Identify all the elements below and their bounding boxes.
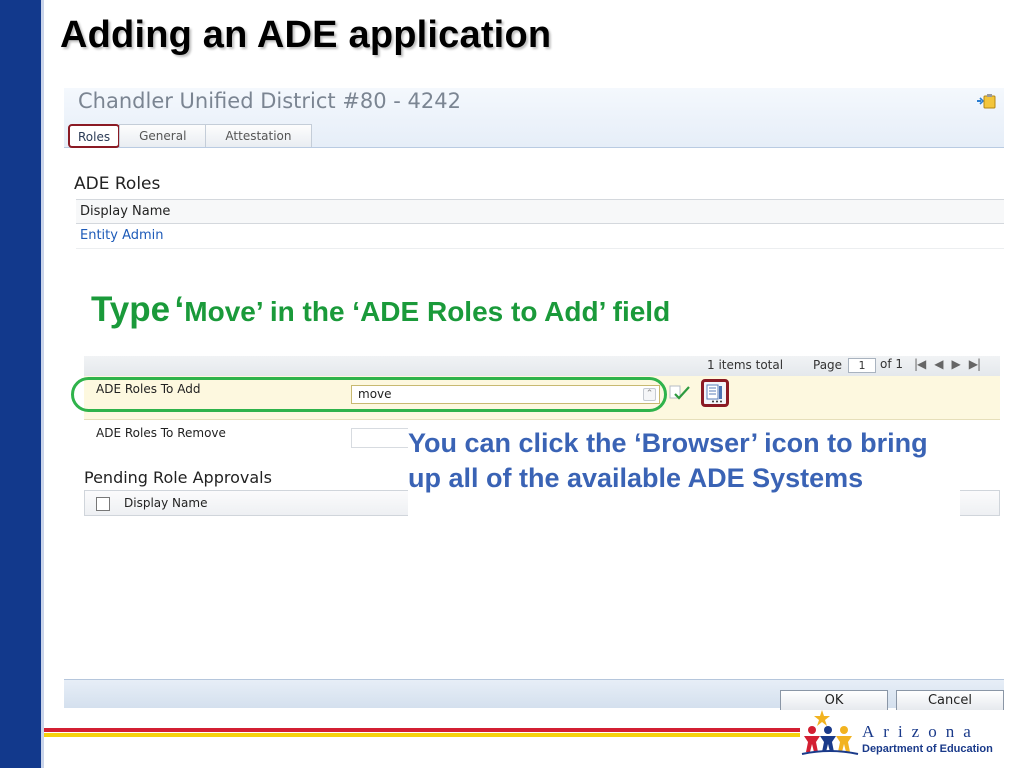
prev-page-icon[interactable]: ◀ bbox=[934, 357, 943, 371]
roles-to-remove-label: ADE Roles To Remove bbox=[96, 426, 226, 440]
tab-general[interactable]: General bbox=[119, 124, 207, 147]
pager-nav: |◀ ◀ ▶ ▶| bbox=[914, 357, 981, 371]
slide-sidebar bbox=[0, 0, 44, 768]
logo-subtitle: Department of Education bbox=[862, 743, 993, 755]
pending-approvals-title: Pending Role Approvals bbox=[84, 468, 272, 487]
ade-roles-title: ADE Roles bbox=[74, 174, 161, 194]
ade-roles-column-header[interactable]: Display Name bbox=[76, 199, 1004, 224]
select-all-checkbox[interactable] bbox=[96, 497, 110, 511]
instruction-rest: Move’ in the ‘ADE Roles to Add’ field bbox=[184, 296, 671, 327]
pager-bar: 1 items total Page 1 of 1 |◀ ◀ ▶ ▶| bbox=[84, 356, 1000, 376]
cancel-button[interactable]: Cancel bbox=[896, 690, 1004, 710]
instruction-type-word: Type bbox=[91, 290, 171, 329]
tab-roles[interactable]: Roles bbox=[68, 124, 121, 148]
app-screenshot: Chandler Unified District #80 - 4242 Rol… bbox=[64, 88, 1004, 710]
table-row[interactable]: Entity Admin bbox=[76, 224, 1004, 249]
instruction-quote: ‘ bbox=[174, 290, 185, 329]
pin-to-favorites-icon[interactable] bbox=[976, 93, 996, 109]
items-total: 1 items total bbox=[707, 358, 784, 372]
highlight-oval bbox=[71, 377, 667, 412]
ade-logo: Arizona Department of Education bbox=[800, 708, 1024, 768]
check-names-icon[interactable] bbox=[669, 384, 691, 402]
ade-logo-figures-icon bbox=[801, 710, 859, 755]
ade-roles-table: Display Name Entity Admin bbox=[76, 199, 1004, 249]
footer-rule-red bbox=[44, 728, 800, 732]
roles-to-add-row: ADE Roles To Add move ⌃ bbox=[71, 376, 1000, 420]
ok-button[interactable]: OK bbox=[780, 690, 888, 710]
first-page-icon[interactable]: |◀ bbox=[914, 357, 926, 371]
footer-rule-yellow bbox=[44, 733, 800, 737]
tab-attestation[interactable]: Attestation bbox=[205, 124, 312, 147]
browser-icon-callout: You can click the ‘Browser’ icon to brin… bbox=[408, 424, 960, 536]
page-label: Page bbox=[813, 358, 843, 372]
roles-to-remove-input[interactable] bbox=[351, 428, 411, 448]
last-page-icon[interactable]: ▶| bbox=[969, 357, 981, 371]
slide-title: Adding an ADE application bbox=[60, 14, 552, 56]
window-header: Chandler Unified District #80 - 4242 Rol… bbox=[64, 88, 1004, 148]
dialog-footer: OK Cancel bbox=[64, 679, 1004, 710]
entity-title: Chandler Unified District #80 - 4242 bbox=[78, 89, 462, 113]
browse-icon bbox=[706, 384, 722, 403]
instruction-text: Type ‘Move’ in the ‘ADE Roles to Add’ fi… bbox=[91, 290, 670, 330]
pending-column-header[interactable]: Display Name bbox=[124, 496, 207, 510]
page-number-input[interactable]: 1 bbox=[848, 358, 876, 373]
logo-name: Arizona bbox=[862, 722, 980, 741]
browse-button[interactable] bbox=[701, 379, 729, 407]
tab-bar: Roles General Attestation bbox=[68, 124, 312, 148]
page-of-label: of 1 bbox=[880, 357, 904, 371]
next-page-icon[interactable]: ▶ bbox=[952, 357, 961, 371]
